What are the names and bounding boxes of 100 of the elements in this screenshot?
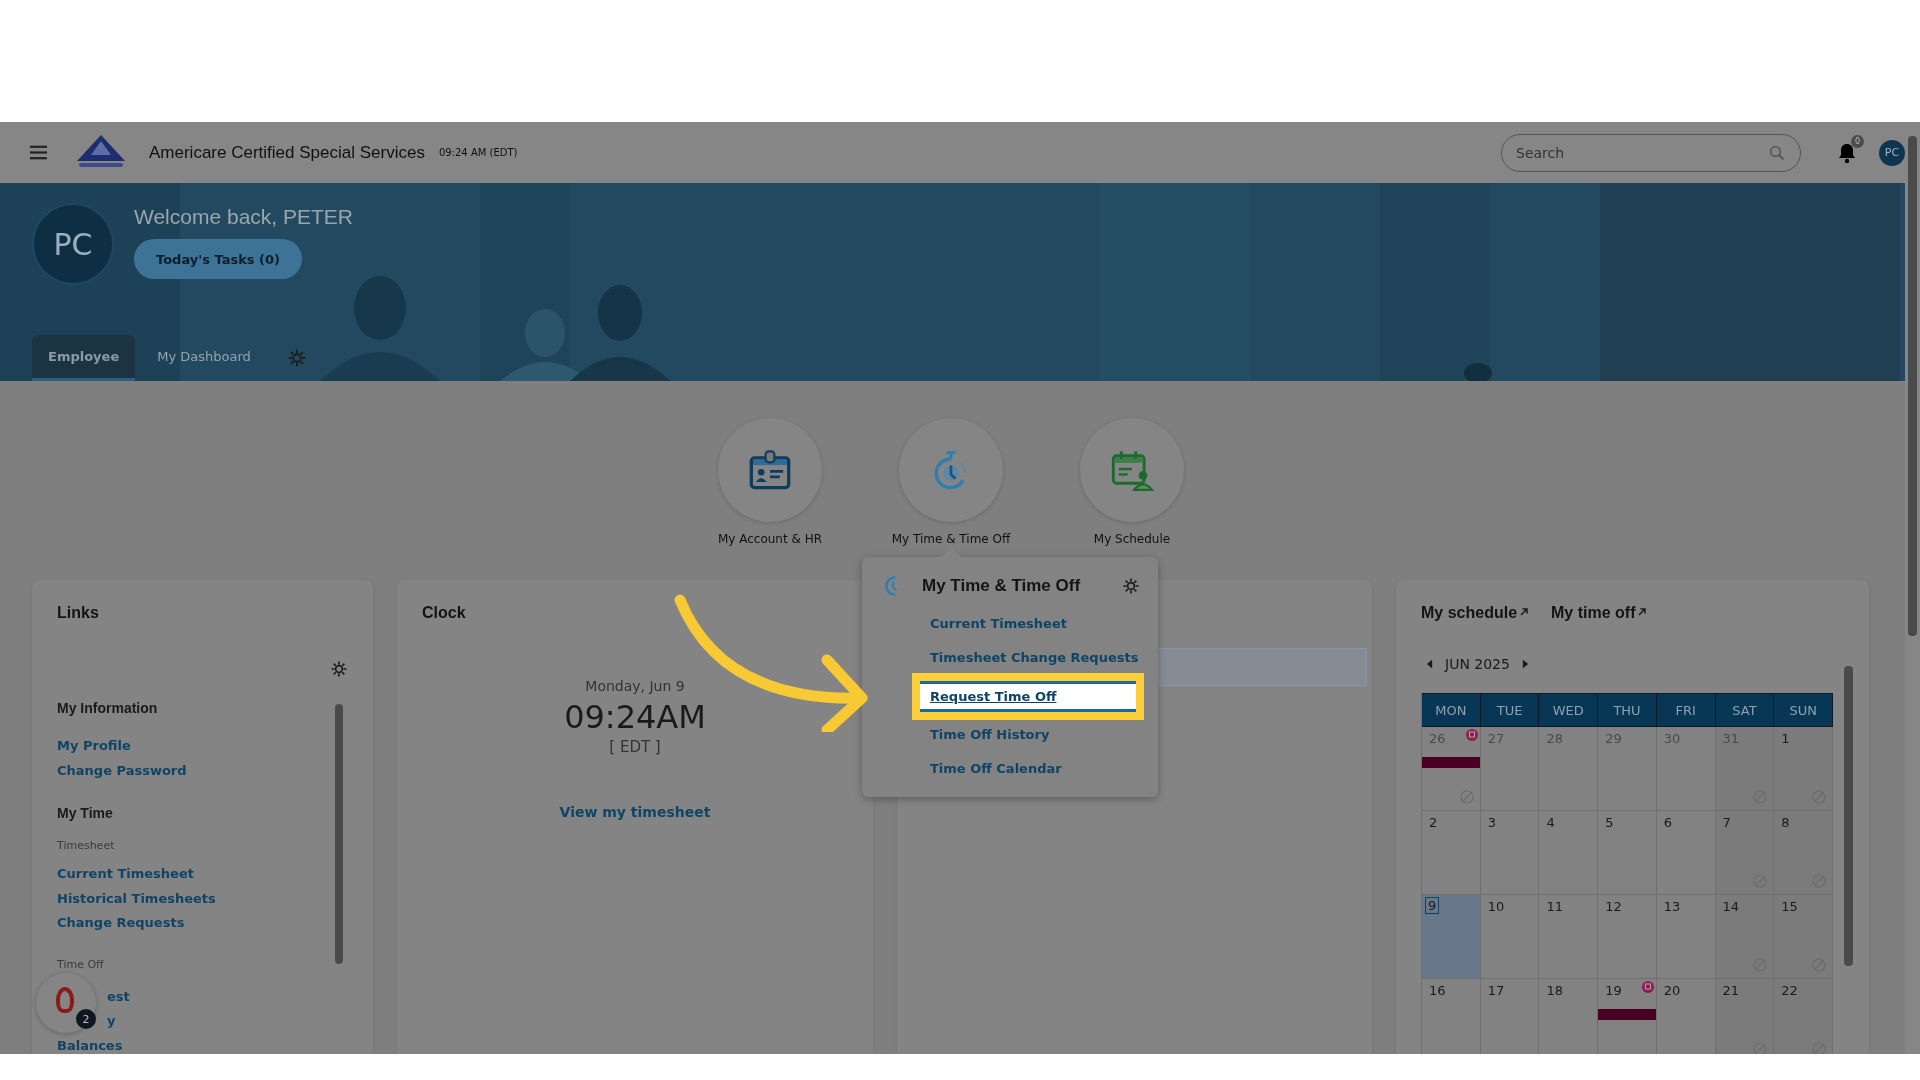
day-number: 28: [1545, 731, 1564, 746]
calendar-day[interactable]: 9: [1422, 895, 1481, 979]
link[interactable]: Current Timesheet: [57, 862, 194, 887]
calendar-day[interactable]: 6: [1656, 811, 1716, 895]
day-number: 4: [1545, 815, 1556, 830]
calendar-day[interactable]: 1: [1774, 727, 1833, 811]
chat-logo-icon: [56, 987, 74, 1013]
calendar-day[interactable]: 13: [1656, 895, 1716, 979]
day-number: 20: [1662, 983, 1682, 998]
popup-title: My Time & Time Off: [922, 576, 1081, 596]
day-number: 8: [1780, 815, 1791, 830]
group-label: Timesheet: [57, 839, 116, 852]
settings-icon[interactable]: [1122, 577, 1140, 595]
section-heading: My Information: [57, 700, 159, 716]
calendar-day[interactable]: 30: [1656, 727, 1716, 811]
search-field[interactable]: Search: [1501, 133, 1801, 172]
day-number: 17: [1486, 983, 1506, 998]
external-link-icon: [1519, 607, 1530, 617]
calendar-day[interactable]: 8: [1774, 811, 1833, 895]
id-card-icon: [748, 448, 792, 492]
link[interactable]: Balances: [57, 1033, 123, 1054]
calendar-day[interactable]: 10: [1480, 895, 1540, 979]
day-number: 12: [1604, 899, 1623, 914]
weekday-header: SAT: [1715, 693, 1775, 727]
current-time: 09:24 AM (EDT): [438, 147, 518, 158]
calendar-day[interactable]: 14: [1715, 895, 1775, 979]
link[interactable]: My Profile: [57, 734, 131, 759]
day-number: 26: [1428, 731, 1447, 746]
day-number: 19: [1604, 983, 1623, 998]
dashboard-tab[interactable]: My Dashboard: [141, 335, 267, 381]
notification-badge: 0: [1851, 134, 1864, 148]
menu-link[interactable]: Current Timesheet: [930, 607, 1067, 641]
bell-icon[interactable]: [1837, 141, 1857, 164]
day-number: 21: [1721, 983, 1741, 998]
calendar-day[interactable]: 3: [1480, 811, 1540, 895]
calendar-day[interactable]: 5: [1598, 811, 1657, 895]
schedule-link[interactable]: My time off: [1551, 604, 1648, 622]
tile-label: My Time & Time Off: [891, 532, 1011, 546]
calendar-day[interactable]: 27: [1480, 727, 1540, 811]
section-heading: My Time: [57, 805, 114, 821]
link[interactable]: Historical Timesheets: [57, 886, 216, 911]
day-number: 9: [1425, 897, 1440, 914]
clock-date: Monday, Jun 9: [585, 678, 685, 694]
day-number: 11: [1545, 899, 1564, 914]
dashboard-tab[interactable]: Employee: [32, 335, 136, 381]
time-zone: [ EDT ]: [609, 738, 661, 756]
month-label: JUN 2025: [1445, 656, 1510, 672]
weekday-header: SUN: [1774, 693, 1833, 727]
calendar-day[interactable]: 29: [1598, 727, 1657, 811]
calendar-day[interactable]: 12: [1598, 895, 1657, 979]
menu-icon[interactable]: [30, 145, 47, 160]
calendar-day[interactable]: 28: [1539, 727, 1599, 811]
day-number: 13: [1662, 899, 1682, 914]
calendar-person-icon: [1110, 448, 1154, 492]
tile-label: My Schedule: [1093, 532, 1171, 546]
day-number: 15: [1780, 899, 1799, 914]
next-month-icon[interactable]: [1521, 659, 1529, 669]
menu-link[interactable]: Timesheet Change Requests: [930, 641, 1139, 675]
menu-link[interactable]: Time Off History: [930, 718, 1050, 752]
timesheet-link[interactable]: View my timesheet: [559, 804, 711, 820]
previous-month-icon[interactable]: [1426, 659, 1433, 669]
link[interactable]: est: [107, 984, 130, 1009]
weekday-header: WED: [1539, 693, 1599, 727]
weekday-header: TUE: [1480, 693, 1540, 727]
day-number: 7: [1721, 815, 1732, 830]
link[interactable]: Change Requests: [57, 911, 185, 936]
calendar-day[interactable]: 2: [1422, 811, 1481, 895]
link[interactable]: Change Password: [57, 758, 187, 783]
panel-title: Links: [57, 604, 99, 622]
weekday-header: MON: [1422, 693, 1481, 727]
page-scrollbar[interactable]: [1905, 122, 1920, 1054]
calendar-day[interactable]: 15: [1774, 895, 1833, 979]
settings-icon[interactable]: [330, 660, 348, 678]
calendar-day[interactable]: 11: [1539, 895, 1599, 979]
menu-link[interactable]: Time Off Calendar: [930, 752, 1062, 786]
calendar-day[interactable]: 22: [1774, 979, 1833, 1054]
search-icon[interactable]: [1769, 144, 1785, 161]
chat-badge: 2: [76, 1009, 96, 1029]
company-name: Americare Certified Special Services: [149, 142, 425, 163]
calendar-day[interactable]: 26: [1422, 727, 1481, 811]
day-number: 16: [1428, 983, 1447, 998]
day-number: 10: [1486, 899, 1506, 914]
day-number: 6: [1662, 815, 1674, 830]
tasks-button[interactable]: Today's Tasks (0): [134, 239, 302, 279]
day-number: 1: [1780, 731, 1791, 746]
calendar-day[interactable]: 19: [1598, 979, 1657, 1054]
external-link-icon: [1637, 607, 1648, 617]
tile-label: My Account & HR: [717, 532, 823, 546]
panel-title: Clock: [422, 604, 466, 622]
day-number: 2: [1428, 815, 1439, 830]
calendar-day[interactable]: 4: [1539, 811, 1599, 895]
calendar-day[interactable]: 21: [1715, 979, 1775, 1054]
group-label: Time Off: [57, 957, 105, 971]
day-number: 30: [1662, 731, 1682, 746]
schedule-link[interactable]: My schedule: [1421, 604, 1530, 622]
calendar-day[interactable]: 7: [1715, 811, 1775, 895]
day-number: 27: [1486, 731, 1506, 746]
user-avatar[interactable]: PC: [1879, 139, 1905, 166]
link[interactable]: y: [107, 1009, 116, 1034]
clock-time: 09:24AM: [564, 698, 706, 736]
